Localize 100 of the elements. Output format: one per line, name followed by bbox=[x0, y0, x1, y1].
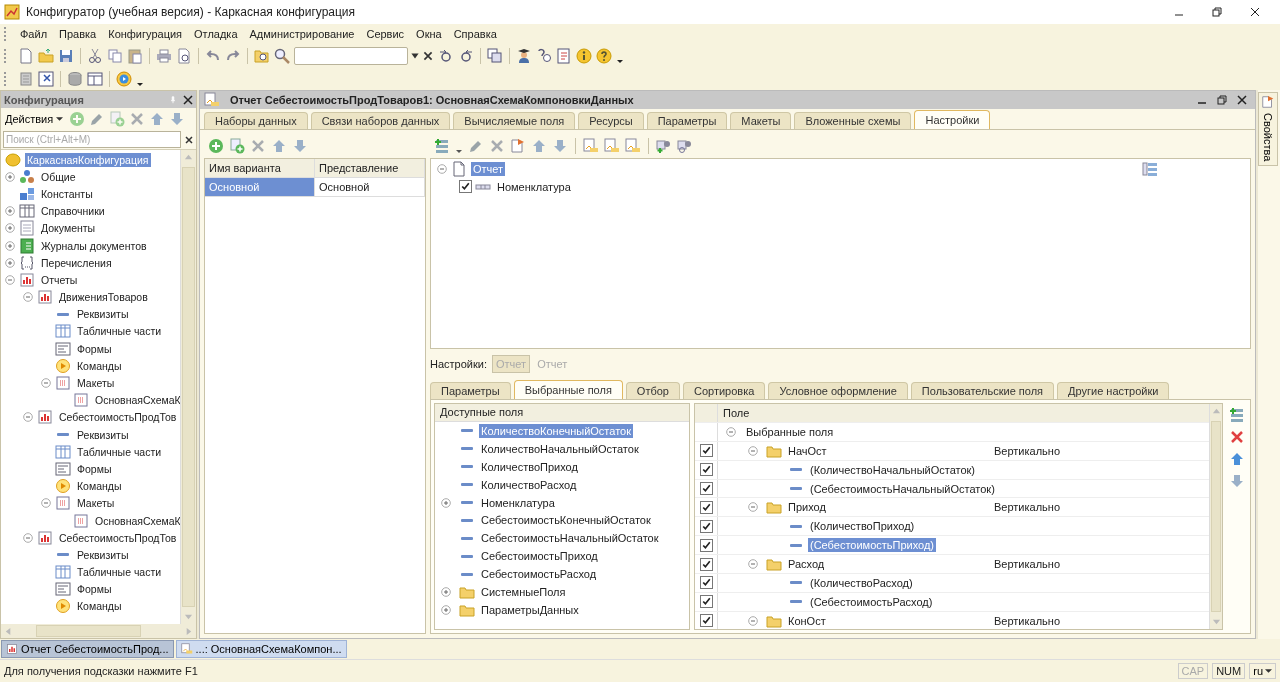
field-item[interactable]: КоличествоПриход bbox=[479, 459, 580, 474]
collapse-icon[interactable] bbox=[437, 163, 447, 174]
tree-item[interactable]: Номенклатура bbox=[495, 179, 573, 194]
tab[interactable]: Вычисляемые поля bbox=[453, 112, 576, 129]
menu-item[interactable]: Справка bbox=[447, 28, 503, 40]
scroll-right-icon[interactable] bbox=[184, 626, 193, 636]
tree-item[interactable]: СебестоимостьПродТов bbox=[57, 410, 179, 425]
tab[interactable]: Ресурсы bbox=[578, 112, 644, 129]
field-item[interactable]: Расход bbox=[786, 557, 827, 572]
checkbox[interactable] bbox=[699, 595, 713, 609]
expand-icon[interactable] bbox=[5, 171, 15, 182]
add-icon[interactable] bbox=[69, 111, 86, 127]
variant-icon[interactable] bbox=[583, 138, 599, 154]
add-copy-icon[interactable] bbox=[229, 138, 245, 154]
collapse-icon[interactable] bbox=[23, 412, 33, 423]
expand-icon[interactable] bbox=[5, 257, 15, 268]
tab[interactable]: Сортировка bbox=[683, 382, 766, 399]
collapse-icon[interactable] bbox=[23, 532, 33, 543]
copy-icon[interactable] bbox=[107, 48, 123, 64]
field-item[interactable]: КонОст bbox=[786, 613, 828, 628]
delete-icon[interactable] bbox=[1229, 429, 1245, 445]
expand-icon[interactable] bbox=[5, 223, 15, 234]
field-item[interactable]: КоличествоНачальныйОстаток bbox=[479, 441, 641, 456]
checkbox[interactable] bbox=[699, 614, 713, 628]
restore-icon[interactable] bbox=[1217, 95, 1227, 105]
paste-icon[interactable] bbox=[127, 48, 143, 64]
language-button[interactable]: ru bbox=[1249, 663, 1276, 679]
collapse-icon[interactable] bbox=[23, 292, 33, 303]
actions-button[interactable]: Действия bbox=[3, 113, 66, 125]
close-icon[interactable] bbox=[1250, 7, 1260, 17]
close-icon[interactable] bbox=[1237, 95, 1247, 105]
pencil-icon[interactable] bbox=[468, 138, 484, 154]
close-icon[interactable] bbox=[183, 94, 193, 105]
window-tab[interactable]: Отчет СебестоимостьПрод... bbox=[1, 640, 174, 658]
menu-item[interactable]: Конфигурация bbox=[102, 28, 189, 40]
scroll-down-icon[interactable] bbox=[184, 612, 193, 621]
menu-item[interactable]: Окна bbox=[410, 28, 448, 40]
field-item[interactable]: (КоличествоРасход) bbox=[808, 575, 915, 590]
new-file-icon[interactable] bbox=[18, 48, 34, 64]
field-item[interactable]: Выбранные поля bbox=[744, 424, 836, 439]
tree-item[interactable]: Реквизиты bbox=[75, 427, 131, 442]
tree-item[interactable]: Общие bbox=[39, 169, 78, 184]
field-item[interactable]: ПараметрыДанных bbox=[479, 602, 581, 617]
save-icon[interactable] bbox=[58, 48, 74, 64]
tab[interactable]: Наборы данных bbox=[204, 112, 308, 129]
move-up-icon[interactable] bbox=[531, 138, 547, 154]
add-row-icon[interactable] bbox=[1229, 407, 1245, 423]
clear-icon[interactable] bbox=[422, 49, 434, 63]
scissors-icon[interactable] bbox=[87, 48, 103, 64]
delete-icon[interactable] bbox=[489, 138, 505, 154]
tree-item[interactable]: СебестоимостьПродТов bbox=[57, 530, 179, 545]
menu-item[interactable]: Администрирование bbox=[243, 28, 361, 40]
move-up-icon[interactable] bbox=[149, 111, 166, 127]
checkbox[interactable] bbox=[699, 519, 713, 533]
field-item[interactable]: НачОст bbox=[786, 443, 829, 458]
open-folder-icon[interactable] bbox=[38, 48, 54, 64]
search-icon[interactable] bbox=[274, 48, 290, 64]
tree-item[interactable]: Справочники bbox=[39, 204, 107, 219]
move-down-icon[interactable] bbox=[1229, 473, 1245, 489]
collapse-icon[interactable] bbox=[748, 559, 758, 570]
add-copy-icon[interactable] bbox=[109, 111, 126, 127]
scroll-thumb[interactable] bbox=[1211, 421, 1221, 612]
field-item[interactable]: СистемныеПоля bbox=[479, 584, 568, 599]
expand-icon[interactable] bbox=[441, 586, 451, 597]
find-next-icon[interactable] bbox=[438, 48, 454, 64]
add-icon[interactable] bbox=[208, 138, 224, 154]
move-up-icon[interactable] bbox=[1229, 451, 1245, 467]
person-icon[interactable] bbox=[516, 48, 532, 64]
tree-item[interactable]: Документы bbox=[39, 221, 98, 236]
pin-icon[interactable] bbox=[169, 94, 177, 105]
table-cell[interactable]: Основной bbox=[315, 178, 425, 197]
help-icon[interactable] bbox=[596, 48, 612, 64]
search-field[interactable] bbox=[294, 47, 408, 65]
tree-item[interactable]: Перечисления bbox=[39, 255, 114, 270]
tab[interactable]: Пользовательские поля bbox=[910, 382, 1055, 399]
field-item[interactable]: (КоличествоПриход) bbox=[808, 519, 917, 534]
collapse-icon[interactable] bbox=[748, 445, 758, 456]
field-item[interactable]: (КоличествоНачальныйОстаток) bbox=[808, 462, 978, 477]
column-header[interactable]: Поле bbox=[718, 406, 750, 419]
structure-icon[interactable] bbox=[1142, 161, 1158, 177]
tab[interactable]: Условное оформление bbox=[768, 382, 908, 399]
variant-icon[interactable] bbox=[604, 138, 620, 154]
folder-search-icon[interactable] bbox=[254, 48, 270, 64]
move-up-icon[interactable] bbox=[271, 138, 287, 154]
variant-icon[interactable] bbox=[625, 138, 641, 154]
tab[interactable]: Параметры bbox=[430, 382, 511, 399]
restore-icon[interactable] bbox=[1212, 7, 1222, 17]
tree-item[interactable]: Табличные части bbox=[75, 324, 164, 339]
tab[interactable]: Настройки bbox=[914, 110, 991, 129]
collapse-icon[interactable] bbox=[41, 378, 51, 389]
tree-item[interactable]: Формы bbox=[75, 341, 114, 356]
tab[interactable]: Связи наборов данных bbox=[310, 112, 451, 129]
tab[interactable]: Другие настройки bbox=[1057, 382, 1170, 399]
checkbox[interactable] bbox=[699, 500, 713, 514]
window-icon[interactable] bbox=[38, 71, 54, 87]
expand-icon[interactable] bbox=[441, 497, 451, 508]
field-item[interactable]: СебестоимостьПриход bbox=[479, 549, 600, 564]
scroll-up-icon[interactable] bbox=[184, 153, 193, 162]
add-grouping-icon[interactable] bbox=[656, 138, 672, 154]
tree-item[interactable]: Реквизиты bbox=[75, 547, 131, 562]
